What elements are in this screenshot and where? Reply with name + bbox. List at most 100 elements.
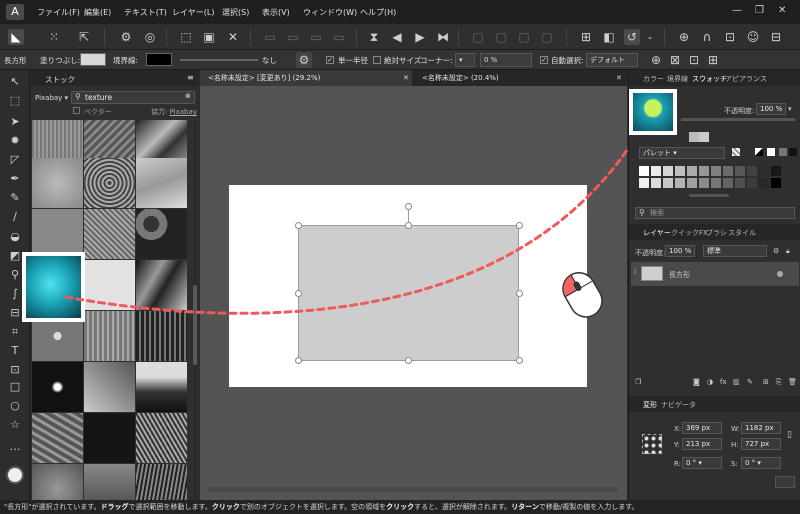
swatch[interactable]	[735, 166, 745, 176]
arrange-front-icon[interactable]: ▭	[331, 29, 347, 45]
table-tool-icon[interactable]: ⊡	[8, 363, 22, 377]
fill-swatch[interactable]	[80, 53, 106, 66]
lock-icon[interactable]: 🔒︎	[786, 247, 790, 256]
snapping-magnet-icon[interactable]: ∩	[699, 29, 715, 45]
recent-swatch[interactable]	[699, 132, 709, 142]
swatch[interactable]	[723, 178, 733, 188]
layer-row-rectangle[interactable]: ⁞ 長方形	[631, 262, 799, 286]
place-image-icon[interactable]: ⊟	[8, 306, 22, 320]
brush-icon[interactable]: ✎	[747, 378, 753, 386]
corner-type-select[interactable]: ▾	[455, 53, 475, 67]
gray-swatch[interactable]	[779, 148, 787, 156]
frame-text-icon[interactable]: T	[8, 344, 22, 358]
layer-expand-icon[interactable]: ⁞	[634, 268, 636, 276]
aspect-lock-icon[interactable]: ▯	[787, 430, 792, 440]
selection-handle[interactable]	[516, 290, 523, 297]
stock-source-dropdown[interactable]: Pixabay ▾	[35, 92, 69, 104]
tab-styles[interactable]: スタイル	[728, 228, 756, 238]
stroke-settings-icon[interactable]: ⚙	[296, 52, 312, 68]
menu-window[interactable]: ウィンドウ(W)	[303, 7, 357, 18]
pencil-tool-icon[interactable]: ✎	[8, 191, 22, 205]
mask-layer-icon[interactable]: ◙	[693, 378, 700, 386]
swatch[interactable]	[711, 178, 721, 188]
layer-opacity-field[interactable]: 100 %	[665, 245, 695, 257]
adjustment-icon[interactable]: ◑	[707, 378, 713, 386]
swatch[interactable]	[675, 178, 685, 188]
add-layer-icon[interactable]: ⊞	[763, 378, 769, 386]
grid-toggle-icon[interactable]: ⊞	[705, 52, 721, 68]
tab-quick-fx[interactable]: クイックFX	[671, 228, 708, 238]
trash-icon[interactable]: 🗑︎	[788, 378, 797, 386]
stroke-width-value[interactable]: なし	[262, 55, 277, 66]
grid-icon[interactable]: ⁙	[46, 29, 62, 45]
snap-toggle-icon[interactable]: ⊠	[667, 52, 683, 68]
auto-select-checkbox[interactable]: ✓	[540, 56, 548, 64]
insert-target-icon[interactable]: ↺	[624, 29, 640, 45]
paint-brush-icon[interactable]: ∫	[8, 287, 22, 301]
transform-origin-icon[interactable]: ⊕	[648, 52, 664, 68]
pen-tool-icon[interactable]: ✒	[8, 172, 22, 186]
swatch[interactable]	[687, 178, 697, 188]
recent-swatch[interactable]	[689, 132, 699, 142]
single-radius-checkbox[interactable]: ✓	[326, 56, 334, 64]
menu-file[interactable]: ファイル(F)	[37, 7, 80, 18]
boolean-subtract-icon[interactable]: ▢	[493, 29, 509, 45]
stock-thumbnail[interactable]	[32, 362, 83, 412]
swatch-search-input[interactable]: 検索	[635, 207, 795, 219]
y-field[interactable]: 213 px	[682, 438, 722, 450]
stock-thumbnail[interactable]	[136, 413, 187, 463]
maximize-icon[interactable]: ❐	[755, 5, 764, 16]
stroke-width-slider[interactable]	[180, 59, 258, 61]
tab-appearance[interactable]: アピアランス	[725, 74, 767, 84]
fill-color-well[interactable]	[6, 466, 24, 484]
arrange-backward-icon[interactable]: ▭	[285, 29, 301, 45]
rectangle-shape[interactable]	[298, 225, 519, 361]
pixabay-link[interactable]: Pixabay	[170, 108, 197, 116]
swatch[interactable]	[723, 166, 733, 176]
chevron-down-icon[interactable]: ▾	[788, 105, 792, 113]
stock-thumbnail[interactable]	[84, 209, 135, 259]
fx-icon[interactable]: fx	[720, 378, 727, 386]
tab-swatches[interactable]: スウォッチ	[692, 74, 727, 84]
swatch[interactable]	[759, 178, 769, 188]
shear-field[interactable]: 0 ° ▾	[741, 457, 781, 469]
artboard-tool-icon[interactable]: ⬚	[8, 94, 22, 108]
selection-handle[interactable]	[295, 290, 302, 297]
stock-thumbnail[interactable]	[84, 260, 135, 310]
crop-tool-icon[interactable]: ⌗	[8, 325, 22, 339]
stock-thumbnail[interactable]	[32, 413, 83, 463]
x-field[interactable]: 369 px	[682, 422, 722, 434]
tab-document-1[interactable]: <名称未設定> [変更あり] (29.2%)	[200, 70, 412, 86]
tab-color[interactable]: カラー	[643, 74, 664, 84]
fill-tool-icon[interactable]: ◒	[8, 230, 22, 244]
stock-thumbnail[interactable]	[32, 158, 83, 208]
rotation-field[interactable]: 0 ° ▾	[682, 457, 722, 469]
tab-navigator[interactable]: ナビゲータ	[661, 400, 696, 410]
highlighted-teal-thumbnail[interactable]	[22, 252, 85, 322]
transform-options-button[interactable]	[775, 476, 795, 488]
rotation-handle[interactable]	[405, 203, 412, 210]
swatch[interactable]	[639, 166, 649, 176]
menu-layer[interactable]: レイヤー(L)	[172, 7, 214, 18]
stock-thumbnail[interactable]	[84, 362, 135, 412]
auto-select-dropdown[interactable]: デフォルト	[586, 53, 638, 67]
absolute-size-checkbox[interactable]	[373, 56, 381, 64]
star-tool-icon[interactable]: ☆	[8, 418, 22, 432]
flip-vertical-icon[interactable]: ⧓	[435, 29, 451, 45]
stock-thumbnail[interactable]	[84, 158, 135, 208]
corner-tool-icon[interactable]: ◸	[8, 153, 22, 167]
node-tool-icon[interactable]: ➤	[8, 115, 22, 129]
panel-toggle-icon[interactable]: ⊟	[768, 29, 784, 45]
swatch[interactable]	[711, 166, 721, 176]
layer-name[interactable]: 長方形	[669, 270, 690, 280]
stock-thumbnail[interactable]	[136, 209, 187, 259]
arrange-back-icon[interactable]: ▭	[262, 29, 278, 45]
swatch-preview-teal[interactable]	[629, 89, 677, 135]
selection-handle[interactable]	[295, 222, 302, 229]
menu-select[interactable]: 選択(S)	[222, 7, 249, 18]
swatches-scrollbar[interactable]	[689, 194, 729, 197]
stock-thumbnail[interactable]	[84, 311, 135, 361]
tab-document-2[interactable]: <名称未設定> (20.4%)	[414, 70, 627, 86]
selection-handle[interactable]	[516, 222, 523, 229]
selection-handle[interactable]	[405, 357, 412, 364]
